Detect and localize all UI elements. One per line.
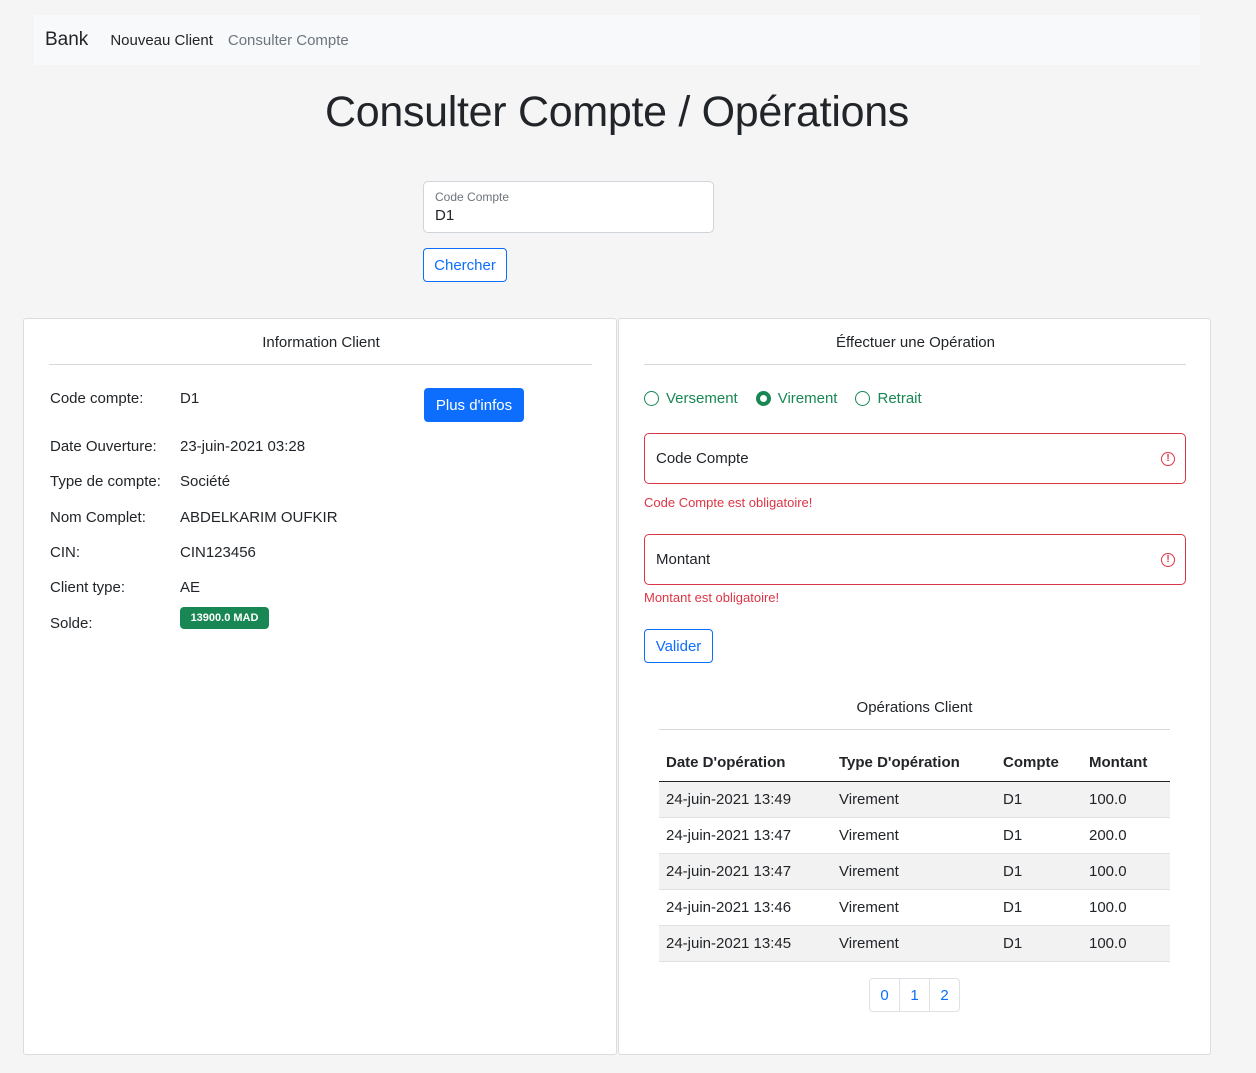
radio-versement-circle[interactable] — [644, 391, 659, 406]
info-label-date-ouverture: Date Ouverture: — [50, 438, 157, 455]
table-row: 24-juin-2021 13:47 Virement D1 200.0 — [659, 817, 1170, 854]
info-value-nom-complet: ABDELKARIM OUFKIR — [180, 509, 338, 526]
cell-compte: D1 — [996, 817, 1082, 854]
solde-badge: 13900.0 MAD — [180, 607, 269, 629]
radio-virement-label[interactable]: Virement — [778, 390, 838, 407]
plus-infos-button[interactable]: Plus d'infos — [424, 388, 524, 422]
page-title: Consulter Compte / Opérations — [324, 88, 910, 136]
cell-montant: 200.0 — [1082, 817, 1170, 854]
column-header-date: Date D'opération — [659, 744, 832, 782]
table-row: 24-juin-2021 13:47 Virement D1 100.0 — [659, 853, 1170, 890]
montant-placeholder: Montant — [656, 551, 711, 568]
divider — [644, 364, 1186, 365]
search-field-label: Code Compte — [435, 190, 510, 204]
code-compte-placeholder: Code Compte — [656, 450, 749, 467]
cell-type: Virement — [832, 853, 996, 890]
column-header-compte: Compte — [996, 744, 1082, 782]
cell-type: Virement — [832, 781, 996, 818]
radio-retrait-label[interactable]: Retrait — [877, 390, 921, 407]
information-client-card: Information Client Code compte: D1 Plus … — [23, 318, 617, 1055]
info-value-type-compte: Société — [180, 473, 231, 490]
error-icon: ! — [1161, 452, 1175, 466]
cell-type: Virement — [832, 889, 996, 926]
radio-versement[interactable]: Versement — [644, 390, 738, 407]
divider — [49, 364, 592, 365]
cell-date: 24-juin-2021 13:47 — [659, 853, 832, 890]
code-compte-error: Code Compte est obligatoire! — [644, 495, 813, 510]
nav-link-nouveau-client[interactable]: Nouveau Client — [110, 32, 213, 49]
operation-type-radio-group: Versement Virement Retrait — [644, 390, 940, 407]
pagination: 0 1 2 — [869, 978, 960, 1012]
radio-retrait-circle[interactable] — [855, 391, 871, 406]
card-title-effectuer-operation: Éffectuer une Opération — [836, 334, 995, 351]
info-value-code-compte: D1 — [180, 390, 200, 407]
info-value-date-ouverture: 23-juin-2021 03:28 — [180, 438, 306, 455]
table-row: 24-juin-2021 13:49 Virement D1 100.0 — [659, 781, 1170, 818]
info-value-cin: CIN123456 — [180, 544, 256, 561]
info-label-cin: CIN: — [50, 544, 80, 561]
cell-type: Virement — [832, 817, 996, 854]
info-label-code-compte: Code compte: — [50, 390, 144, 407]
cell-compte: D1 — [996, 889, 1082, 926]
operations-table: Date D'opération Type D'opération Compte… — [659, 744, 1170, 962]
radio-versement-label[interactable]: Versement — [666, 390, 738, 407]
cell-montant: 100.0 — [1082, 889, 1170, 926]
cell-compte: D1 — [996, 853, 1082, 890]
page-link-0[interactable]: 0 — [869, 978, 900, 1012]
card-title-information-client: Information Client — [262, 334, 380, 351]
info-label-nom-complet: Nom Complet: — [50, 509, 146, 526]
cell-date: 24-juin-2021 13:47 — [659, 817, 832, 854]
search-field-value[interactable]: D1 — [435, 207, 702, 224]
cell-date: 24-juin-2021 13:45 — [659, 925, 832, 962]
code-compte-input[interactable]: Code Compte ! — [644, 433, 1186, 484]
info-label-solde: Solde: — [50, 615, 93, 632]
brand-link[interactable]: Bank — [45, 29, 88, 51]
cell-type: Virement — [832, 925, 996, 962]
radio-virement[interactable]: Virement — [755, 390, 838, 407]
chercher-button[interactable]: Chercher — [423, 248, 507, 282]
effectuer-operation-card: Éffectuer une Opération Versement Vireme… — [618, 318, 1211, 1055]
valider-button[interactable]: Valider — [644, 629, 713, 663]
column-header-type: Type D'opération — [832, 744, 996, 782]
navbar: Bank Nouveau Client Consulter Compte — [34, 15, 1200, 65]
cell-montant: 100.0 — [1082, 853, 1170, 890]
cell-compte: D1 — [996, 781, 1082, 818]
table-row: 24-juin-2021 13:45 Virement D1 100.0 — [659, 925, 1170, 962]
info-label-type-compte: Type de compte: — [50, 473, 161, 490]
column-header-montant: Montant — [1082, 744, 1170, 782]
cell-montant: 100.0 — [1082, 925, 1170, 962]
radio-retrait[interactable]: Retrait — [855, 390, 922, 407]
cell-date: 24-juin-2021 13:46 — [659, 889, 832, 926]
info-value-client-type: AE — [180, 579, 201, 596]
code-compte-search-input[interactable]: Code Compte D1 — [423, 181, 714, 233]
page-link-2[interactable]: 2 — [929, 978, 960, 1012]
cell-montant: 100.0 — [1082, 781, 1170, 818]
cell-compte: D1 — [996, 925, 1082, 962]
montant-error: Montant est obligatoire! — [644, 590, 780, 605]
table-header-row: Date D'opération Type D'opération Compte… — [659, 744, 1170, 782]
page-link-1[interactable]: 1 — [899, 978, 930, 1012]
montant-input[interactable]: Montant ! — [644, 534, 1186, 585]
operations-client-title: Opérations Client — [856, 699, 973, 716]
info-label-client-type: Client type: — [50, 579, 126, 596]
cell-date: 24-juin-2021 13:49 — [659, 781, 832, 818]
divider — [659, 729, 1170, 730]
radio-virement-circle[interactable] — [755, 391, 771, 406]
error-icon: ! — [1161, 553, 1175, 567]
table-row: 24-juin-2021 13:46 Virement D1 100.0 — [659, 889, 1170, 926]
nav-link-consulter-compte[interactable]: Consulter Compte — [228, 32, 349, 49]
